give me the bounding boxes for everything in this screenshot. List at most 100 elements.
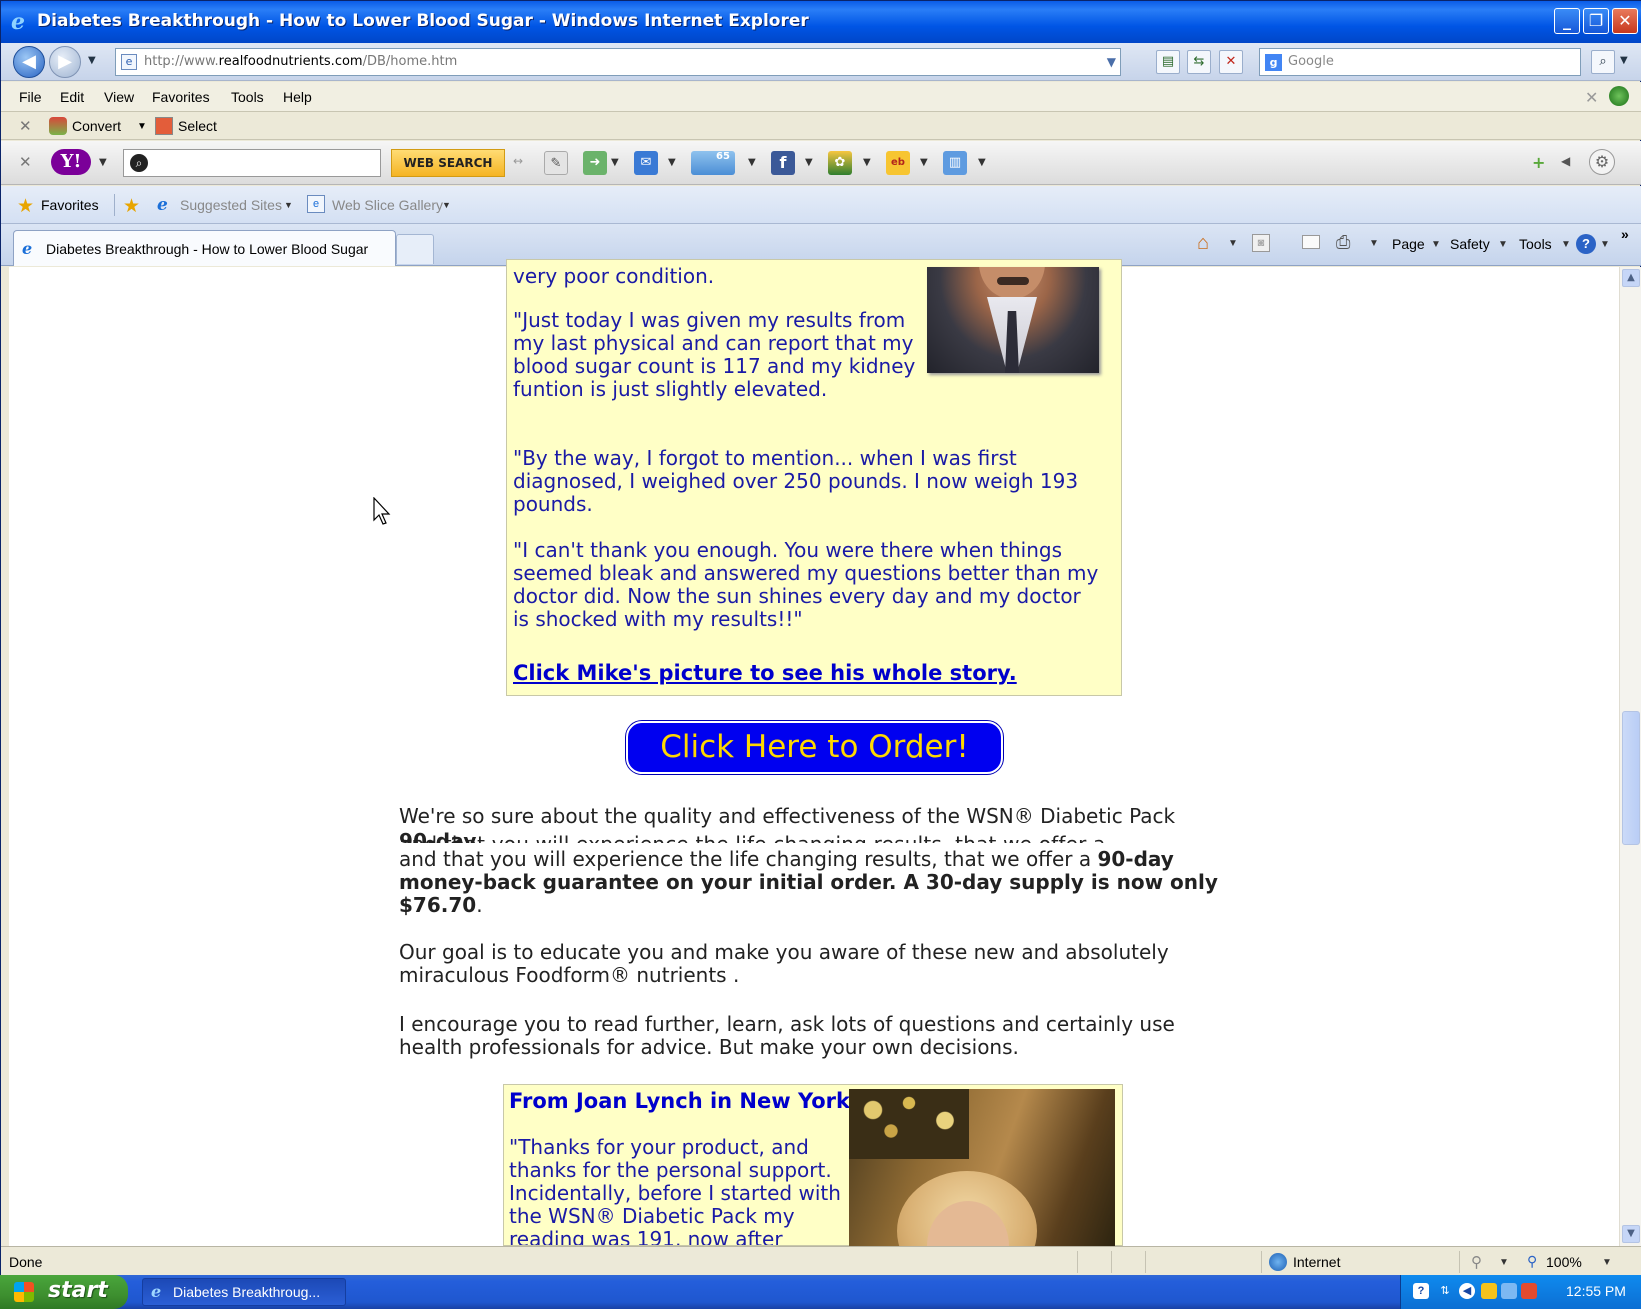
joan-photo[interactable] xyxy=(849,1089,1115,1246)
search-options-icon[interactable]: ▼ xyxy=(1620,55,1628,66)
bookmark-icon[interactable]: ➜ xyxy=(583,151,607,175)
print-dropdown-icon[interactable]: ▼ xyxy=(1369,238,1379,249)
guarantee-90-day: 90-day xyxy=(1097,847,1174,871)
yahoo-search-input[interactable]: ⌕ xyxy=(123,149,381,177)
search-go-icon[interactable]: ⌕ xyxy=(1591,50,1615,74)
convert-button[interactable]: Convert xyxy=(72,118,121,134)
ebay-dropdown-icon[interactable]: ▼ xyxy=(920,157,928,168)
favorites-button[interactable]: Favorites xyxy=(41,197,99,213)
flickr-icon[interactable]: ✿ xyxy=(828,151,852,175)
back-arrow-tray-icon[interactable]: ◀ xyxy=(1459,1283,1475,1299)
protected-mode-icon[interactable]: ⚲ xyxy=(1471,1253,1482,1271)
scroll-up-icon[interactable]: ▲ xyxy=(1622,269,1640,287)
settings-gear-icon[interactable]: ⚙ xyxy=(1589,149,1615,175)
tools-dropdown-icon[interactable]: ▼ xyxy=(1561,239,1571,250)
back-button[interactable]: ◀ xyxy=(13,46,45,78)
compatibility-view-icon[interactable]: ▤ xyxy=(1156,50,1180,74)
order-button[interactable]: Click Here to Order! xyxy=(626,721,1003,774)
convert-dropdown-icon[interactable]: ▼ xyxy=(137,121,147,132)
title-bar[interactable]: e Diabetes Breakthrough - How to Lower B… xyxy=(1,1,1641,43)
pencil-icon[interactable]: ✎ xyxy=(544,151,568,175)
mike-story-link[interactable]: Click Mike's picture to see his whole st… xyxy=(513,661,1017,685)
mail-dropdown-icon[interactable]: ▼ xyxy=(668,157,676,168)
monitor-tray-icon[interactable] xyxy=(1501,1283,1517,1299)
home-icon[interactable]: ⌂ xyxy=(1197,232,1209,255)
select-button[interactable]: Select xyxy=(178,118,217,134)
suggested-sites-dropdown-icon[interactable]: ▼ xyxy=(284,200,293,210)
new-tab-button[interactable] xyxy=(396,234,434,264)
scroll-thumb[interactable] xyxy=(1622,711,1640,845)
feeds-icon[interactable]: ◙ xyxy=(1252,234,1270,252)
help-dropdown-icon[interactable]: ▼ xyxy=(1600,239,1610,250)
network-tray-icon[interactable]: ⇅ xyxy=(1437,1283,1453,1299)
page-menu[interactable]: Page xyxy=(1392,236,1425,252)
zoom-level[interactable]: 100% xyxy=(1546,1254,1582,1270)
web-search-button[interactable]: WEB SEARCH xyxy=(391,149,505,177)
menu-view[interactable]: View xyxy=(104,89,134,105)
scroll-down-icon[interactable]: ▼ xyxy=(1622,1225,1640,1243)
vertical-scrollbar[interactable]: ▲ ▼ xyxy=(1619,267,1641,1246)
taskbar: start e Diabetes Breakthroug... ? ⇅ ◀ 12… xyxy=(0,1275,1641,1309)
refresh-icon[interactable]: ⇆ xyxy=(1187,50,1211,74)
help-tray-icon[interactable]: ? xyxy=(1413,1283,1429,1299)
sidebar-icon[interactable]: ▥ xyxy=(943,151,967,175)
safety-dropdown-icon[interactable]: ▼ xyxy=(1498,239,1508,250)
page-dropdown-icon[interactable]: ▼ xyxy=(1431,239,1441,250)
add-favorite-star-icon[interactable]: ★ xyxy=(123,195,140,218)
flickr-dropdown-icon[interactable]: ▼ xyxy=(863,157,871,168)
zoom-dropdown-icon[interactable]: ▼ xyxy=(1602,1257,1612,1268)
menu-help[interactable]: Help xyxy=(283,89,312,105)
facebook-dropdown-icon[interactable]: ▼ xyxy=(805,157,813,168)
help-icon[interactable]: ? xyxy=(1576,234,1596,254)
minimize-button[interactable]: _ xyxy=(1554,8,1580,34)
print-icon[interactable]: ⎙ xyxy=(1336,232,1350,253)
menu-edit[interactable]: Edit xyxy=(60,89,84,105)
facebook-icon[interactable]: f xyxy=(771,151,795,175)
web-slice-dropdown-icon[interactable]: ▼ xyxy=(442,200,451,210)
forward-button[interactable]: ▶ xyxy=(49,46,81,78)
address-field[interactable]: e http://www.realfoodnutrients.com/DB/ho… xyxy=(115,48,1121,76)
menu-favorites[interactable]: Favorites xyxy=(152,89,210,105)
mike-photo[interactable] xyxy=(927,267,1099,373)
left-arrow-icon[interactable]: ◀ xyxy=(1561,154,1570,168)
menu-tools[interactable]: Tools xyxy=(231,89,264,105)
ebay-icon[interactable]: eb xyxy=(886,151,910,175)
google-icon: g xyxy=(1265,54,1282,71)
taskbar-item-browser[interactable]: e Diabetes Breakthroug... xyxy=(142,1278,346,1306)
recent-pages-dropdown-icon[interactable]: ▼ xyxy=(88,55,96,66)
tab-active[interactable]: e Diabetes Breakthrough - How to Lower B… xyxy=(13,230,396,266)
suggested-sites-link[interactable]: Suggested Sites xyxy=(180,197,282,213)
restore-button[interactable]: ❐ xyxy=(1583,8,1609,34)
close-toolbar-icon[interactable]: ✕ xyxy=(19,117,32,135)
messenger-dropdown-icon[interactable]: ▼ xyxy=(748,157,756,168)
yahoo-logo-icon[interactable]: Y! xyxy=(51,149,91,175)
read-mail-icon[interactable] xyxy=(1302,235,1320,249)
home-dropdown-icon[interactable]: ▼ xyxy=(1228,238,1238,249)
window-title: Diabetes Breakthrough - How to Lower Blo… xyxy=(37,11,809,31)
web-slice-gallery-link[interactable]: Web Slice Gallery xyxy=(332,197,443,213)
chevron-more-icon[interactable]: » xyxy=(1621,226,1629,242)
security-tray-icon[interactable] xyxy=(1521,1283,1537,1299)
safety-menu[interactable]: Safety xyxy=(1450,236,1490,252)
tools-menu[interactable]: Tools xyxy=(1519,236,1552,252)
messenger-icon[interactable]: 65 xyxy=(691,151,735,175)
zoom-icon: ⚲ xyxy=(1527,1253,1538,1269)
search-field[interactable]: g Google xyxy=(1259,48,1581,76)
menu-file[interactable]: File xyxy=(19,89,42,105)
bookmark-dropdown-icon[interactable]: ▼ xyxy=(611,157,619,168)
mail-icon[interactable]: ✉ xyxy=(634,151,658,175)
magnifier-icon: ⌕ xyxy=(130,154,148,172)
tab-label: Diabetes Breakthrough - How to Lower Blo… xyxy=(46,241,369,257)
address-dropdown-icon[interactable]: ▼ xyxy=(1107,49,1116,75)
sidebar-dropdown-icon[interactable]: ▼ xyxy=(978,157,986,168)
start-button[interactable]: start xyxy=(0,1275,128,1309)
stop-icon[interactable]: ✕ xyxy=(1219,50,1243,74)
close-yahoo-toolbar-icon[interactable]: ✕ xyxy=(19,153,32,171)
add-icon[interactable]: + xyxy=(1532,153,1545,172)
protected-mode-dropdown-icon[interactable]: ▼ xyxy=(1499,1257,1509,1268)
convert-icon xyxy=(49,117,67,135)
close-button[interactable]: ✕ xyxy=(1612,8,1638,34)
yahoo-menu-dropdown-icon[interactable]: ▼ xyxy=(99,157,107,168)
flag-tray-icon[interactable] xyxy=(1481,1283,1497,1299)
menu-close-icon[interactable]: ✕ xyxy=(1585,88,1598,108)
